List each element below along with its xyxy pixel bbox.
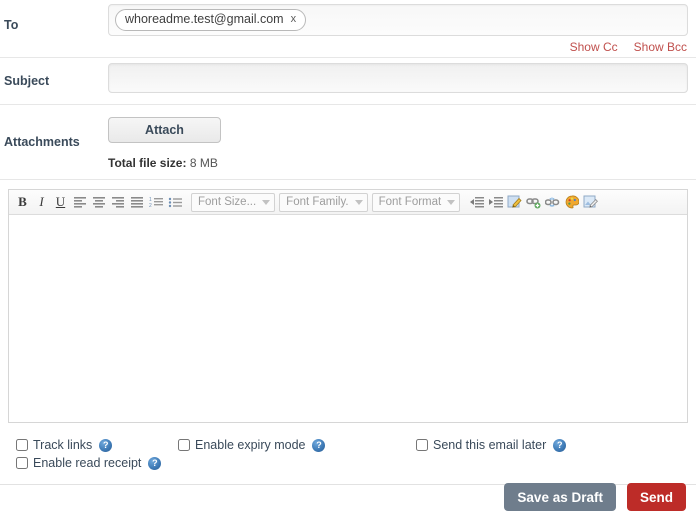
attachments-field-body: Attach Total file size: 8 MB <box>108 105 696 170</box>
total-file-size-label: Total file size: <box>108 156 187 170</box>
enable-read-receipt-checkbox[interactable] <box>16 457 28 469</box>
unordered-list-icon[interactable] <box>165 193 184 212</box>
attachments-row: Attachments Attach Total file size: 8 MB <box>0 105 696 180</box>
remove-recipient-icon[interactable]: x <box>291 12 297 27</box>
send-this-email-later-help-icon[interactable]: ? <box>553 438 567 452</box>
option-track-links: Track links ? <box>16 438 113 452</box>
font-size-select-label: Font Size... <box>198 196 257 208</box>
text-color-icon[interactable] <box>562 193 581 212</box>
edit-source-icon[interactable] <box>505 193 524 212</box>
editor-toolbar: B I U 1 2 Font Size... Font Family. Font… <box>9 190 687 215</box>
align-justify-icon[interactable] <box>127 193 146 212</box>
send-this-email-later-checkbox[interactable] <box>416 439 428 451</box>
send-button[interactable]: Send <box>626 483 686 511</box>
subject-label: Subject <box>4 74 50 88</box>
track-links-label[interactable]: Track links <box>33 438 92 452</box>
attachments-label: Attachments <box>4 135 80 149</box>
bold-icon[interactable]: B <box>13 193 32 212</box>
attach-button[interactable]: Attach <box>108 117 221 143</box>
chevron-down-icon <box>447 199 456 205</box>
align-left-icon[interactable] <box>70 193 89 212</box>
font-family-select-label: Font Family. <box>286 196 349 208</box>
show-bcc-link[interactable]: Show Bcc <box>634 40 687 54</box>
italic-icon[interactable]: I <box>32 193 51 212</box>
rich-text-editor: B I U 1 2 Font Size... Font Family. Font… <box>8 189 688 423</box>
subject-input[interactable] <box>108 63 688 93</box>
ordered-list-icon[interactable]: 12 <box>146 193 165 212</box>
email-body-editor[interactable] <box>9 215 687 422</box>
subject-field-body <box>108 58 696 93</box>
enable-expiry-mode-label[interactable]: Enable expiry mode <box>195 438 305 452</box>
enable-read-receipt-help-icon[interactable]: ? <box>148 456 162 470</box>
font-format-select[interactable]: Font Format <box>371 192 461 212</box>
total-file-size: Total file size: 8 MB <box>108 156 688 170</box>
indent-icon[interactable] <box>486 193 505 212</box>
recipient-address: whoreadme.test@gmail.com <box>125 12 284 26</box>
email-options: Track links ? Enable read receipt ? Enab… <box>0 433 696 485</box>
font-size-select[interactable]: Font Size... <box>191 192 276 212</box>
insert-image-icon[interactable] <box>581 193 600 212</box>
to-input[interactable]: whoreadme.test@gmail.com x <box>108 4 688 36</box>
to-field-body: whoreadme.test@gmail.com x <box>108 0 696 36</box>
align-right-icon[interactable] <box>108 193 127 212</box>
total-file-size-value: 8 MB <box>189 156 218 170</box>
save-as-draft-button[interactable]: Save as Draft <box>504 483 616 511</box>
track-links-help-icon[interactable]: ? <box>99 438 113 452</box>
recipient-chip[interactable]: whoreadme.test@gmail.com x <box>115 9 307 31</box>
outdent-icon[interactable] <box>467 193 486 212</box>
chevron-down-icon <box>262 199 271 205</box>
option-send-this-email-later: Send this email later ? <box>416 438 567 452</box>
svg-text:2: 2 <box>149 203 152 208</box>
send-this-email-later-label[interactable]: Send this email later <box>433 438 546 452</box>
enable-read-receipt-label[interactable]: Enable read receipt <box>33 456 141 470</box>
underline-icon[interactable]: U <box>51 193 70 212</box>
option-enable-expiry-mode: Enable expiry mode ? <box>178 438 326 452</box>
compose-email-form: To whoreadme.test@gmail.com x Show Cc Sh… <box>0 0 696 517</box>
subject-row: Subject <box>0 58 696 105</box>
track-links-checkbox[interactable] <box>16 439 28 451</box>
compose-footer: Save as Draft Send <box>504 483 686 511</box>
enable-expiry-mode-help-icon[interactable]: ? <box>312 438 326 452</box>
to-label: To <box>4 18 19 32</box>
cc-bcc-links: Show Cc Show Bcc <box>570 40 687 54</box>
chevron-down-icon <box>354 199 363 205</box>
to-row: To whoreadme.test@gmail.com x Show Cc Sh… <box>0 0 696 58</box>
enable-expiry-mode-checkbox[interactable] <box>178 439 190 451</box>
option-enable-read-receipt: Enable read receipt ? <box>16 456 162 470</box>
font-format-select-label: Font Format <box>378 196 442 208</box>
insert-link-icon[interactable] <box>524 193 543 212</box>
unlink-icon[interactable] <box>543 193 562 212</box>
show-cc-link[interactable]: Show Cc <box>570 40 618 54</box>
align-center-icon[interactable] <box>89 193 108 212</box>
font-family-select[interactable]: Font Family. <box>279 192 368 212</box>
